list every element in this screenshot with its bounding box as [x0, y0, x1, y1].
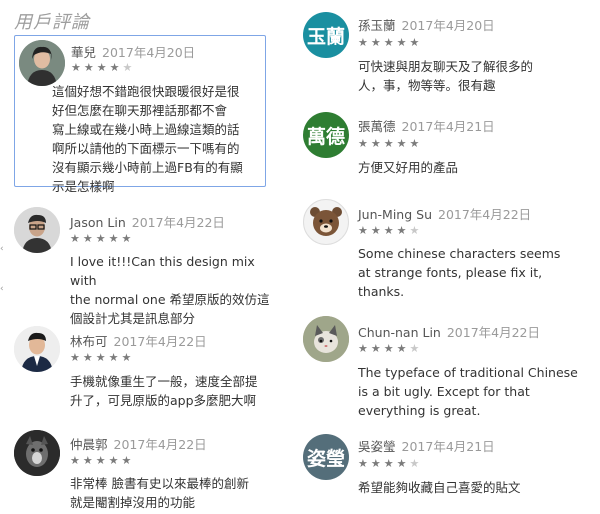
star-rating: ★★★★★ — [71, 61, 136, 74]
star-rating: ★★★★★ — [358, 224, 423, 237]
star-rating: ★★★★★ — [358, 457, 423, 470]
review-card[interactable]: 萬德 張萬德 2017年4月21日 ★★★★★ 方便又好用的產品 — [303, 110, 593, 180]
photo-dog-icon[interactable] — [14, 430, 60, 476]
review-card[interactable]: 玉蘭 孫玉蘭 2017年4月20日 ★★★★★ 可快速與朋友聊天及了解很多的 人，… — [303, 10, 593, 100]
review-body: 手機就像重生了一般，速度全部提 升了，可見原版的app多麼肥大啊 — [70, 374, 258, 408]
star-rating: ★★★★★ — [358, 137, 423, 150]
review-card[interactable]: 林布可 2017年4月22日 ★★★★★ 手機就像重生了一般，速度全部提 升了，可… — [14, 324, 266, 414]
review-card[interactable]: 姿瑩 吳姿瑩 2017年4月21日 ★★★★★ 希望能夠收藏自己喜愛的貼文 — [303, 430, 593, 510]
review-author: Jason Lin — [70, 215, 126, 230]
review-author: 張萬德 — [358, 119, 396, 134]
star-rating: ★★★★★ — [358, 342, 423, 355]
photo-man-glasses-icon[interactable] — [14, 207, 60, 253]
review-body: 方便又好用的產品 — [358, 160, 459, 175]
review-date: 2017年4月22日 — [113, 437, 207, 452]
review-body: 希望能夠收藏自己喜愛的貼文 — [358, 480, 521, 495]
review-author: 華兒 — [71, 45, 97, 60]
review-body: The typeface of traditional Chinese is a… — [358, 365, 578, 418]
review-body: 這個好想不錯跑很快跟暖很好是很 好但怎麼在聊天那裡話那都不會 寫上線或在幾小時上… — [52, 84, 243, 194]
review-author: 吳姿瑩 — [358, 439, 396, 454]
review-body: 可快速與朋友聊天及了解很多的 人，事，物等等。很有趣 — [358, 59, 534, 93]
review-card[interactable]: 華兒 2017年4月20日 ★★★★★ 這個好想不錯跑很快跟暖很好是很 好但怎麼在… — [14, 35, 266, 194]
review-date: 2017年4月22日 — [438, 207, 532, 222]
bear-icon[interactable] — [303, 199, 349, 245]
avatar-text-icon[interactable]: 玉蘭 — [303, 12, 349, 58]
review-author: 仲晨郭 — [70, 437, 108, 452]
review-body: Some chinese characters seems at strange… — [358, 246, 561, 299]
scroll-left-arrow-icon[interactable]: ‹ — [0, 244, 4, 254]
review-date: 2017年4月21日 — [401, 119, 495, 134]
photo-cat-icon[interactable] — [303, 316, 349, 362]
review-author: Chun-nan Lin — [358, 325, 441, 340]
star-rating: ★★★★★ — [70, 351, 135, 364]
review-author: 林布可 — [70, 334, 108, 349]
review-body: 非常棒 臉書有史以來最棒的創新 就是閹割掉沒用的功能 — [70, 476, 249, 510]
star-rating: ★★★★★ — [70, 454, 135, 467]
photo-woman-icon[interactable] — [19, 40, 65, 86]
review-card[interactable]: Jason Lin 2017年4月22日 ★★★★★ I love it!!!Ca… — [14, 205, 270, 326]
review-date: 2017年4月20日 — [102, 45, 196, 60]
review-body: I love it!!!Can this design mix with the… — [70, 254, 270, 326]
review-date: 2017年4月22日 — [446, 325, 541, 340]
review-card[interactable]: Jun-Ming Su 2017年4月22日 ★★★★★ Some chinese… — [303, 199, 593, 299]
avatar-text-icon[interactable]: 萬德 — [303, 112, 349, 158]
review-author: Jun-Ming Su — [358, 207, 432, 222]
review-date: 2017年4月20日 — [401, 18, 495, 33]
review-card[interactable]: Chun-nan Lin 2017年4月22日 ★★★★★ The typefac… — [303, 316, 593, 418]
review-card[interactable]: 仲晨郭 2017年4月22日 ★★★★★ 非常棒 臉書有史以來最棒的創新 就是閹割… — [14, 428, 266, 510]
review-date: 2017年4月22日 — [113, 334, 207, 349]
review-author: 孫玉蘭 — [358, 18, 396, 33]
section-title: 用戶評論 — [14, 12, 90, 33]
star-rating: ★★★★★ — [70, 232, 135, 245]
review-date: 2017年4月21日 — [401, 439, 495, 454]
review-date: 2017年4月22日 — [131, 215, 225, 230]
avatar-text-icon[interactable]: 姿瑩 — [303, 434, 349, 480]
photo-man-suit-icon[interactable] — [14, 326, 60, 372]
scroll-left-arrow-icon[interactable]: ‹ — [0, 284, 4, 294]
star-rating: ★★★★★ — [358, 36, 423, 49]
